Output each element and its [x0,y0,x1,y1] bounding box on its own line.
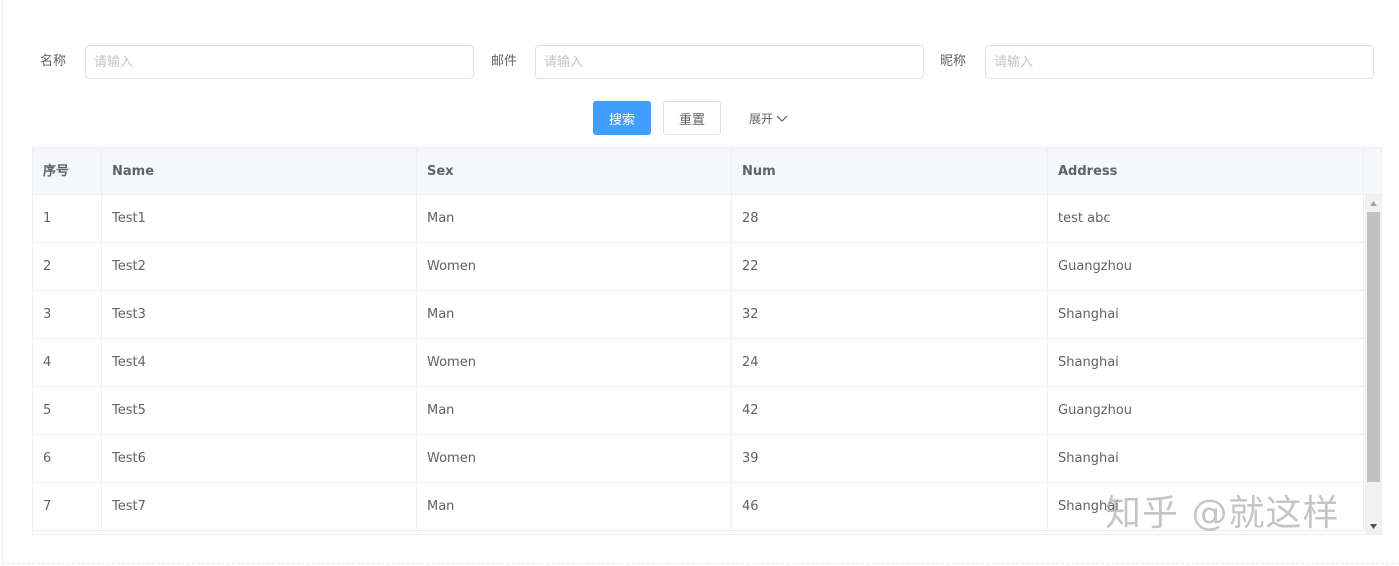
cell-num: 46 [732,483,1048,531]
cell-name: Test7 [102,483,417,531]
cell-name: Test2 [102,243,417,291]
cell-name: Test4 [102,339,417,387]
cell-sex: Man [417,195,732,243]
table-row[interactable]: 2 Test2 Women 22 Guangzhou [33,243,1365,291]
cell-index: 7 [33,483,102,531]
cell-sex: Women [417,339,732,387]
cell-address: Shanghai [1048,291,1364,339]
email-input[interactable] [535,45,924,79]
cell-address: Guangzhou [1048,387,1364,435]
cell-index: 3 [33,291,102,339]
column-header-sex[interactable]: Sex [417,148,732,195]
cell-address: Guangzhou [1048,243,1364,291]
email-label: 邮件 [491,54,518,69]
column-header-gutter [1364,148,1381,195]
cell-index: 4 [33,339,102,387]
table-row[interactable]: 1 Test1 Man 28 test abc [33,195,1365,243]
cell-name: Test6 [102,435,417,483]
cell-num: 39 [732,435,1048,483]
cell-sex: Women [417,435,732,483]
scrollbar-thumb[interactable] [1367,212,1380,482]
cell-address: test abc [1048,195,1364,243]
data-table: 序号 Name Sex Num Address 1 Test1 Man 28 t… [32,147,1382,535]
column-header-address[interactable]: Address [1048,148,1364,195]
search-form: 名称 邮件 昵称 [0,45,1399,79]
cell-index: 2 [33,243,102,291]
nickname-input[interactable] [985,45,1374,79]
cell-address: Shanghai [1048,483,1364,531]
chevron-down-icon [776,115,788,123]
cell-num: 22 [732,243,1048,291]
cell-address: Shanghai [1048,435,1364,483]
table-header: 序号 Name Sex Num Address [33,148,1381,195]
name-input[interactable] [85,45,474,79]
table-row[interactable]: 5 Test5 Man 42 Guangzhou [33,387,1365,435]
cell-sex: Man [417,483,732,531]
cell-index: 6 [33,435,102,483]
cell-sex: Man [417,291,732,339]
cell-name: Test5 [102,387,417,435]
cell-sex: Man [417,387,732,435]
expand-toggle[interactable]: 展开 [749,110,788,127]
table-scrollbar[interactable] [1365,195,1381,534]
cell-name: Test3 [102,291,417,339]
expand-label: 展开 [749,112,774,126]
column-header-num[interactable]: Num [732,148,1048,195]
cell-index: 5 [33,387,102,435]
search-button[interactable]: 搜索 [593,101,651,135]
cell-index: 1 [33,195,102,243]
cell-num: 24 [732,339,1048,387]
cell-name: Test1 [102,195,417,243]
cell-num: 32 [732,291,1048,339]
nickname-label: 昵称 [940,54,967,69]
table-body: 1 Test1 Man 28 test abc 2 Test2 Women 22… [33,195,1365,534]
reset-button[interactable]: 重置 [663,101,721,135]
table-row-partial[interactable] [33,531,1365,534]
table-row[interactable]: 4 Test4 Women 24 Shanghai [33,339,1365,387]
column-header-index[interactable]: 序号 [33,148,102,195]
table-row[interactable]: 7 Test7 Man 46 Shanghai [33,483,1365,531]
name-label: 名称 [40,54,67,69]
scroll-up-arrow-icon[interactable] [1365,195,1381,212]
cell-num: 42 [732,387,1048,435]
table-row[interactable]: 3 Test3 Man 32 Shanghai [33,291,1365,339]
cell-address: Shanghai [1048,339,1364,387]
scroll-down-arrow-icon[interactable] [1365,518,1381,534]
column-header-name[interactable]: Name [102,148,417,195]
form-actions: 搜索 重置 展开 [0,101,1399,135]
table-row[interactable]: 6 Test6 Women 39 Shanghai [33,435,1365,483]
cell-num: 28 [732,195,1048,243]
cell-sex: Women [417,243,732,291]
